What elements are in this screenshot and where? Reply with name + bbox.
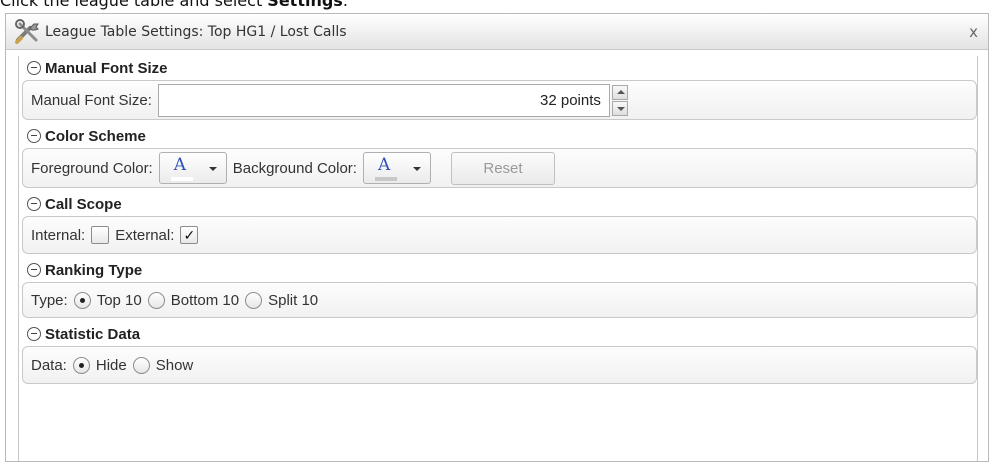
foreground-color-picker[interactable]: A bbox=[158, 152, 227, 184]
dialog-titlebar[interactable]: League Table Settings: Top HG1 / Lost Ca… bbox=[6, 14, 988, 50]
section-body-color-scheme: Foreground Color: A Background Color: A … bbox=[22, 148, 977, 188]
section-title: Statistic Data bbox=[45, 325, 141, 343]
settings-dialog: League Table Settings: Top HG1 / Lost Ca… bbox=[5, 13, 989, 462]
radio-hide[interactable] bbox=[72, 356, 90, 374]
radio-top-10[interactable] bbox=[73, 291, 91, 309]
spin-down-button[interactable] bbox=[611, 100, 628, 116]
instruction-prefix: Click the league table and select bbox=[0, 0, 268, 10]
background-color-label: Background Color: bbox=[232, 159, 357, 177]
section-title: Call Scope bbox=[45, 195, 122, 213]
radio-split-10[interactable] bbox=[245, 291, 263, 309]
collapse-icon[interactable] bbox=[27, 129, 41, 143]
background-swatch bbox=[374, 177, 397, 181]
external-label: External: bbox=[115, 226, 175, 244]
radio-label: Show bbox=[155, 356, 194, 374]
section-header-call-scope[interactable]: Call Scope bbox=[27, 194, 122, 214]
section-header-font-size[interactable]: Manual Font Size bbox=[27, 58, 168, 78]
section-header-ranking-type[interactable]: Ranking Type bbox=[27, 260, 142, 280]
section-header-statistic-data[interactable]: Statistic Data bbox=[27, 324, 140, 344]
font-size-value: 32 points bbox=[540, 91, 601, 109]
spin-up-button[interactable] bbox=[611, 84, 628, 100]
instruction-bold: Settings bbox=[267, 0, 343, 10]
foreground-swatch bbox=[170, 177, 193, 181]
font-size-input[interactable]: 32 points bbox=[157, 83, 610, 117]
chevron-down-icon bbox=[412, 167, 421, 171]
radio-label: Split 10 bbox=[268, 291, 319, 309]
dialog-content: Manual Font Size Manual Font Size: 32 po… bbox=[18, 56, 978, 461]
section-title: Manual Font Size bbox=[45, 59, 168, 77]
reset-button[interactable]: Reset bbox=[450, 151, 555, 185]
section-header-color-scheme[interactable]: Color Scheme bbox=[27, 126, 146, 146]
section-body-ranking-type: Type: Top 10 Bottom 10 Split 10 bbox=[22, 282, 977, 318]
text-color-icon: A bbox=[377, 155, 391, 175]
ranking-type-label: Type: bbox=[31, 291, 68, 309]
font-size-spinner bbox=[611, 84, 628, 117]
external-checkbox[interactable]: ✓ bbox=[180, 226, 199, 244]
collapse-icon[interactable] bbox=[27, 61, 41, 75]
internal-label: Internal: bbox=[31, 226, 86, 244]
close-icon[interactable]: x bbox=[969, 23, 978, 41]
radio-label: Hide bbox=[95, 356, 127, 374]
instruction-suffix: . bbox=[342, 0, 348, 10]
section-title: Ranking Type bbox=[45, 261, 143, 279]
dialog-title: League Table Settings: Top HG1 / Lost Ca… bbox=[45, 24, 347, 40]
internal-checkbox[interactable] bbox=[91, 226, 110, 244]
section-body-call-scope: Internal: External: ✓ bbox=[22, 216, 977, 254]
statistic-data-label: Data: bbox=[31, 356, 67, 374]
radio-show[interactable] bbox=[132, 356, 150, 374]
collapse-icon[interactable] bbox=[27, 197, 41, 211]
radio-label: Top 10 bbox=[96, 291, 142, 309]
collapse-icon[interactable] bbox=[27, 327, 41, 341]
tools-icon bbox=[15, 19, 39, 44]
background-color-picker[interactable]: A bbox=[362, 152, 431, 184]
chevron-down-icon bbox=[208, 167, 217, 171]
instruction-text: Click the league table and select Settin… bbox=[0, 0, 348, 10]
collapse-icon[interactable] bbox=[27, 263, 41, 277]
section-title: Color Scheme bbox=[45, 127, 146, 145]
radio-label: Bottom 10 bbox=[170, 291, 240, 309]
radio-bottom-10[interactable] bbox=[147, 291, 165, 309]
foreground-color-label: Foreground Color: bbox=[31, 159, 153, 177]
section-body-font-size: Manual Font Size: 32 points bbox=[22, 80, 977, 120]
font-size-label: Manual Font Size: bbox=[31, 91, 152, 109]
section-body-statistic-data: Data: Hide Show bbox=[22, 346, 977, 384]
text-color-icon: A bbox=[173, 155, 187, 175]
